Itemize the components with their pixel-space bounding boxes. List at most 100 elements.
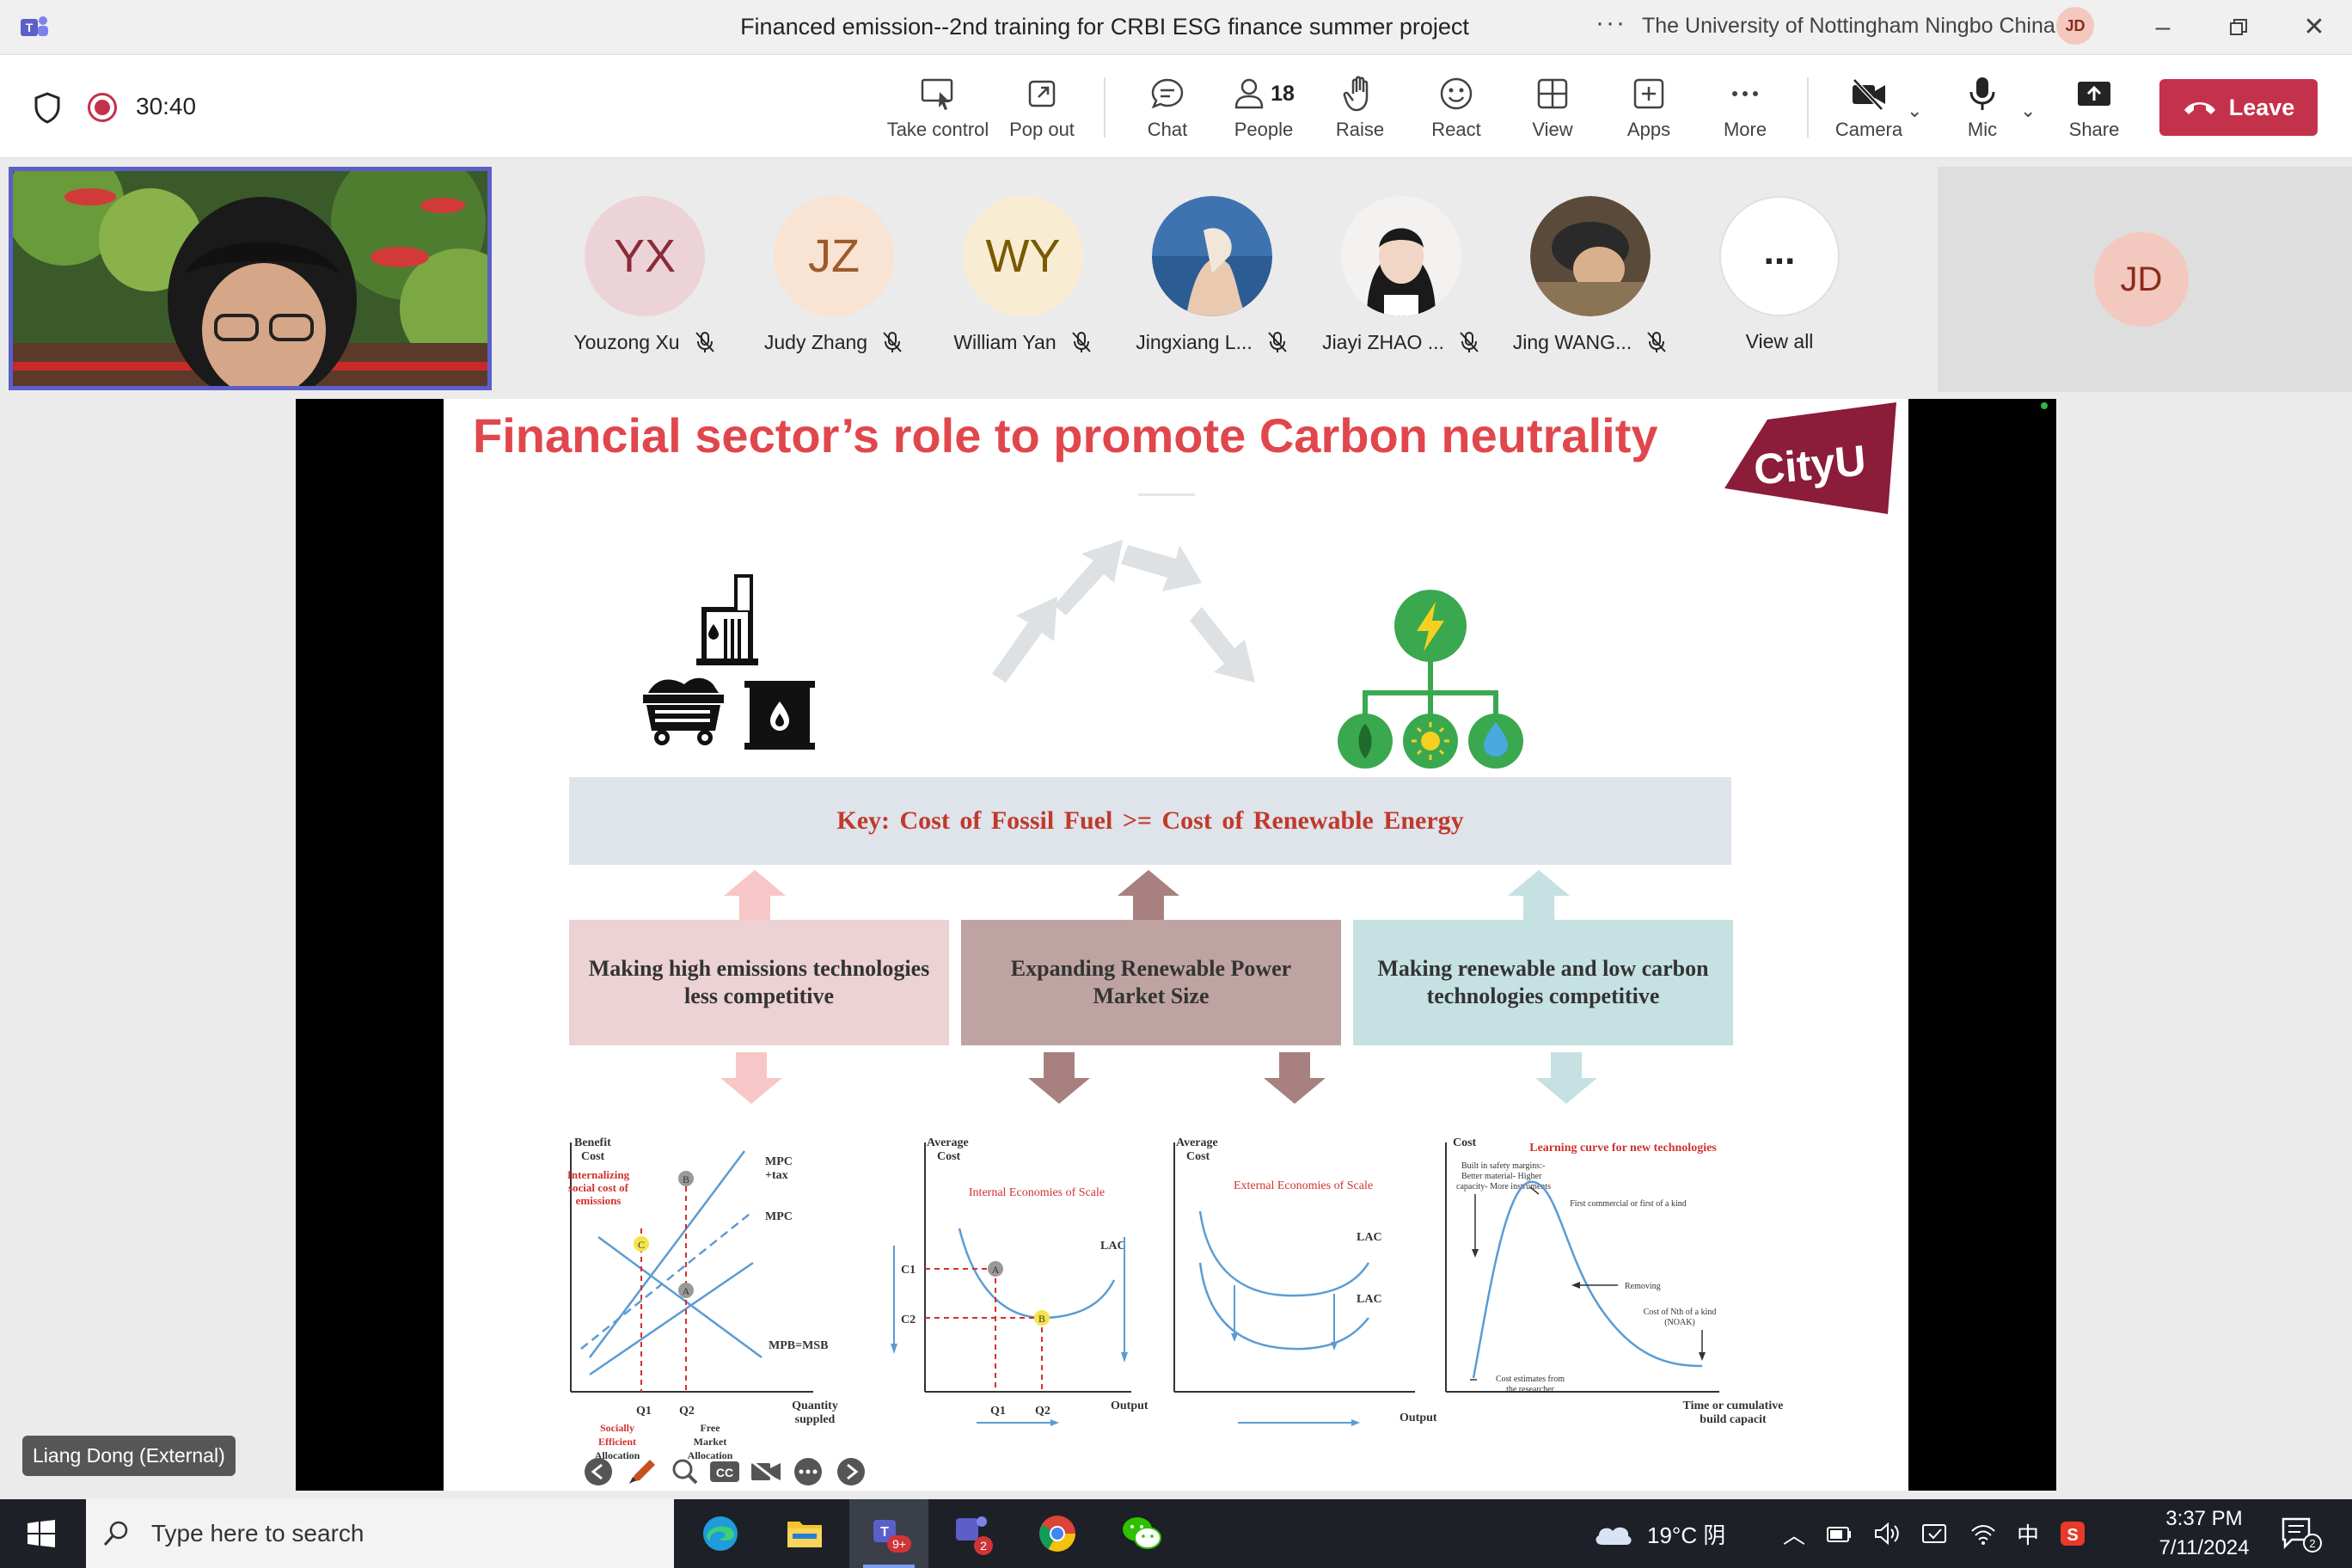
participant-tile[interactable]: Jingxiang L... (1118, 191, 1307, 354)
minimize-button[interactable]: – (2146, 10, 2180, 45)
strategy-box-3: Making renewable and low carbon technolo… (1353, 920, 1733, 1045)
speaker-name-tag: Liang Dong (External) (22, 1436, 236, 1476)
people-count: 18 (1271, 81, 1295, 106)
svg-text:Cost: Cost (1186, 1150, 1210, 1163)
slide-title: Financial sector’s role to promote Carbo… (473, 408, 1658, 462)
svg-text:Free: Free (700, 1422, 720, 1434)
take-control-icon (921, 78, 953, 110)
svg-text:Cost of Nth of a kind: Cost of Nth of a kind (1644, 1308, 1717, 1317)
user-avatar[interactable]: JD (2056, 7, 2094, 45)
participant-tile[interactable]: Jiayi ZHAO ... (1307, 191, 1496, 354)
mic-options-chevron-icon[interactable]: ⌄ (2020, 100, 2036, 122)
svg-text:First commercial or first of a: First commercial or first of a kind (1570, 1199, 1687, 1209)
apps-button[interactable]: Apps (1597, 72, 1700, 150)
taskbar-chrome[interactable] (1018, 1499, 1097, 1568)
svg-text:+tax: +tax (765, 1169, 788, 1182)
more-options-icon[interactable]: ··· (1596, 9, 1626, 38)
folder-icon (787, 1522, 822, 1547)
svg-text:Learning curve for new technol: Learning curve for new technologies (1529, 1142, 1717, 1155)
start-button[interactable] (0, 1499, 83, 1568)
volume-icon[interactable] (1872, 1521, 1902, 1547)
taskbar-teams[interactable]: T 9+ (849, 1499, 928, 1568)
svg-text:CC: CC (716, 1466, 733, 1479)
participant-tile[interactable]: WY William Yan (928, 191, 1118, 354)
taskbar-wechat[interactable] (1102, 1499, 1181, 1568)
svg-text:Quantity: Quantity (792, 1400, 838, 1412)
up-arrows (724, 870, 1570, 922)
sogou-ime-icon[interactable]: S (2058, 1519, 2087, 1548)
avatar: WY (963, 196, 1083, 316)
svg-text:the researcher: the researcher (1506, 1385, 1554, 1394)
battery-icon[interactable] (1824, 1521, 1853, 1547)
self-video-tile[interactable] (9, 167, 492, 390)
cityu-logo: CityU (1724, 402, 1896, 514)
close-button[interactable]: ✕ (2297, 10, 2331, 45)
view-button[interactable]: View (1501, 72, 1604, 150)
taskbar-edge[interactable] (681, 1499, 760, 1568)
svg-text:Efficient: Efficient (598, 1436, 636, 1448)
weather-widget[interactable]: 19°C 阴 (1592, 1499, 1725, 1568)
svg-text:B: B (683, 1173, 689, 1185)
hang-up-icon (2184, 102, 2215, 114)
taskbar-search-box[interactable]: Type here to search (86, 1499, 674, 1568)
input-method-indicator[interactable]: 中 (2017, 1518, 2039, 1550)
chevron-up-icon[interactable]: ︿ (1783, 1518, 1805, 1550)
share-button[interactable]: Share (2043, 72, 2146, 150)
avatar: JD (2094, 232, 2189, 327)
react-button[interactable]: React (1405, 72, 1508, 150)
notifications-button[interactable]: 2 (2280, 1499, 2323, 1568)
pop-out-icon (1028, 80, 1056, 107)
window-title: Financed emission--2nd training for CRBI… (740, 14, 1469, 40)
share-icon (2078, 82, 2110, 106)
avatar: YX (585, 196, 705, 316)
mic-button[interactable]: Mic (1931, 72, 2034, 150)
strategy-box-1: Making high emissions technologies less … (569, 920, 949, 1045)
shared-screen: Financial sector’s role to promote Carbo… (296, 399, 2056, 1491)
take-control-button[interactable]: Take control (882, 72, 994, 150)
people-button[interactable]: 18 People (1212, 72, 1315, 150)
factory-icon (696, 574, 758, 665)
mic-muted-icon (1268, 332, 1287, 352)
clock[interactable]: 3:37 PM 7/11/2024 (2144, 1499, 2264, 1568)
svg-text:Q1: Q1 (990, 1405, 1006, 1418)
more-button[interactable]: More (1694, 72, 1797, 150)
notification-icon: 2 (2282, 1517, 2322, 1553)
leave-button[interactable]: Leave (2159, 79, 2318, 136)
restore-button[interactable] (2221, 10, 2256, 45)
participant-tile-jd[interactable]: JD (1938, 167, 2352, 392)
svg-text:MPC: MPC (765, 1210, 793, 1223)
svg-text:S: S (2067, 1526, 2078, 1545)
wifi-icon[interactable] (1969, 1521, 1998, 1547)
transition-arrows (992, 540, 1255, 683)
toolbar-separator (1104, 77, 1106, 138)
chat-button[interactable]: Chat (1116, 72, 1219, 150)
shield-icon[interactable] (33, 91, 62, 124)
svg-text:C: C (638, 1239, 645, 1251)
organization-name[interactable]: The University of Nottingham Ningbo Chin… (1642, 14, 2055, 39)
taskbar-file-explorer[interactable] (765, 1499, 844, 1568)
active-indicator (863, 1565, 915, 1568)
pop-out-button[interactable]: Pop out (990, 72, 1093, 150)
participant-tile[interactable]: JZ Judy Zhang (739, 191, 928, 354)
teams-badge: 9+ (892, 1537, 906, 1551)
camera-button[interactable]: Camera (1817, 72, 1920, 150)
taskbar-teams-new[interactable]: 2 (934, 1499, 1013, 1568)
svg-text:A: A (683, 1285, 690, 1297)
previous-slide-icon (585, 1458, 612, 1485)
chat-icon (1151, 78, 1184, 109)
windows-logo-icon (28, 1520, 55, 1547)
raise-hand-button[interactable]: Raise (1308, 72, 1412, 150)
logo-text: CityU (1752, 436, 1868, 493)
view-all-button[interactable]: ... View all (1685, 191, 1874, 353)
participant-tile[interactable]: YX Youzong Xu (550, 191, 739, 354)
svg-text:C2: C2 (901, 1314, 916, 1326)
participant-tile[interactable]: Jing WANG... (1496, 191, 1685, 354)
teams-icon (956, 1518, 978, 1540)
teams2-badge: 2 (980, 1539, 987, 1553)
screen-capture-icon[interactable] (1920, 1521, 1950, 1547)
camera-options-chevron-icon[interactable]: ⌄ (1907, 100, 1922, 122)
svg-text:LAC: LAC (1100, 1240, 1126, 1253)
toolbar-separator (1807, 77, 1809, 138)
edge-icon (703, 1516, 738, 1551)
svg-text:Internalizing: Internalizing (567, 1168, 630, 1181)
